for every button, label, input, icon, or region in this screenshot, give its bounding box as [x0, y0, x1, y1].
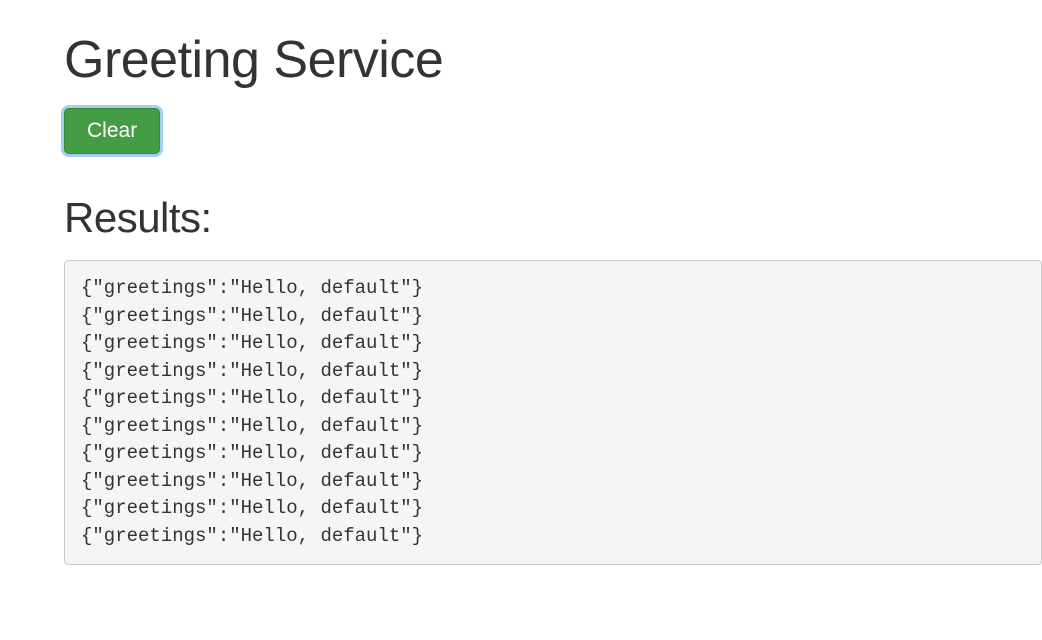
page-title: Greeting Service: [64, 30, 1042, 90]
main-container: Greeting Service Clear Results: {"greeti…: [0, 0, 1042, 565]
results-output: {"greetings":"Hello, default"} {"greetin…: [64, 260, 1042, 565]
results-heading: Results:: [64, 194, 1042, 242]
clear-button[interactable]: Clear: [64, 108, 160, 154]
